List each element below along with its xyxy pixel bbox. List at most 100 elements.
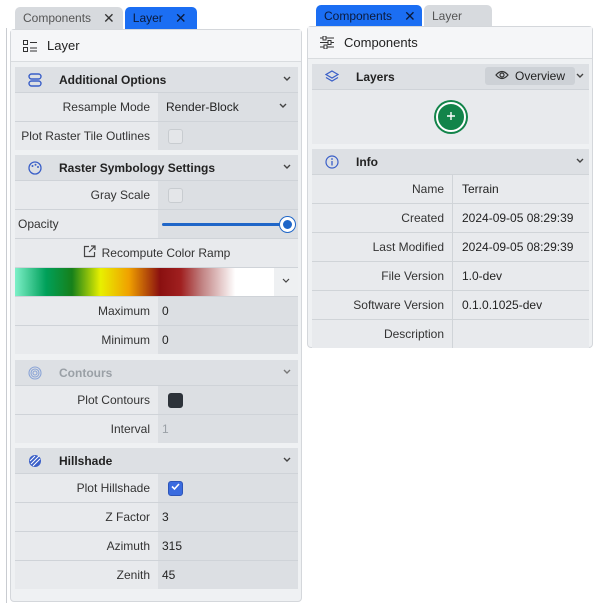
plot-contours-row: Plot Contours xyxy=(15,385,298,414)
plus-icon xyxy=(446,108,456,126)
gray-scale-checkbox[interactable] xyxy=(168,187,183,203)
components-panel: Components ✕ Layer Components Layers Ove… xyxy=(307,0,595,605)
close-icon[interactable]: ✕ xyxy=(404,9,416,23)
layer-panel: Components ✕ Layer ✕ Layer Additional Op… xyxy=(5,0,302,605)
info-value: 2024-09-05 08:29:39 xyxy=(452,204,589,232)
overview-label: Overview xyxy=(514,69,565,83)
tab-layer[interactable]: Layer xyxy=(424,5,492,27)
minimum-input[interactable]: 0 xyxy=(158,326,298,354)
info-value[interactable] xyxy=(452,320,589,348)
hillshade-icon xyxy=(27,453,43,469)
additional-options-header[interactable]: Additional Options xyxy=(15,67,298,92)
opacity-slider[interactable] xyxy=(158,210,298,238)
palette-icon xyxy=(27,160,43,176)
panel-header: Components xyxy=(308,27,592,59)
info-header[interactable]: Info xyxy=(312,149,589,174)
interval-input[interactable]: 1 xyxy=(158,415,298,443)
resample-mode-label: Resample Mode xyxy=(15,93,158,121)
right-tabbar: Components ✕ Layer xyxy=(316,5,492,27)
layers-header[interactable]: Layers Overview xyxy=(312,64,589,89)
section-title: Additional Options xyxy=(59,72,167,87)
plot-hillshade-label: Plot Hillshade xyxy=(15,474,158,502)
close-icon[interactable]: ✕ xyxy=(103,11,115,25)
azimuth-label: Azimuth xyxy=(15,532,158,560)
info-row-file-version: File Version 1.0-dev xyxy=(312,261,589,290)
info-row-description: Description xyxy=(312,319,589,348)
tab-label: Layer xyxy=(132,11,163,25)
slider-track xyxy=(162,223,288,226)
plot-outlines-label: Plot Raster Tile Outlines xyxy=(15,122,158,150)
chevron-down-icon xyxy=(278,100,288,114)
tab-components[interactable]: Components ✕ xyxy=(15,7,123,29)
maximum-input[interactable]: 0 xyxy=(158,297,298,325)
slider-thumb[interactable] xyxy=(280,217,295,232)
hillshade-section: Hillshade Plot Hillshade Z Factor 3 Azim… xyxy=(15,448,298,589)
tab-label: Components xyxy=(23,11,92,25)
minimum-row: Minimum 0 xyxy=(15,325,298,354)
gray-scale-row: Gray Scale xyxy=(15,180,298,209)
info-value: 2024-09-05 08:29:39 xyxy=(452,233,589,261)
check-icon xyxy=(170,481,181,495)
gray-scale-cell xyxy=(158,181,298,209)
z-factor-row: Z Factor 3 xyxy=(15,502,298,531)
section-title: Contours xyxy=(59,365,113,380)
plot-outlines-checkbox[interactable] xyxy=(168,128,183,144)
resample-mode-select[interactable]: Render-Block xyxy=(162,93,298,121)
layer-list-icon xyxy=(23,39,37,52)
close-icon[interactable]: ✕ xyxy=(175,11,187,25)
zenith-label: Zenith xyxy=(15,561,158,589)
tab-label: Layer xyxy=(432,9,463,23)
info-value: Terrain xyxy=(452,175,589,203)
azimuth-input[interactable]: 315 xyxy=(158,532,298,560)
layers-section: Layers Overview xyxy=(312,64,589,144)
toggle-icon xyxy=(27,72,43,88)
chevron-down-icon xyxy=(282,366,292,380)
zenith-input[interactable]: 45 xyxy=(158,561,298,589)
plot-hillshade-cell xyxy=(158,474,298,502)
color-ramp-preview[interactable] xyxy=(15,268,274,296)
contours-header[interactable]: Contours xyxy=(15,360,298,385)
plot-hillshade-checkbox[interactable] xyxy=(168,480,183,496)
opacity-cell xyxy=(158,210,298,238)
contours-section: Contours Plot Contours Interval 1 xyxy=(15,360,298,443)
hillshade-header[interactable]: Hillshade xyxy=(15,448,298,473)
plot-outlines-cell xyxy=(158,122,298,150)
z-factor-label: Z Factor xyxy=(15,503,158,531)
section-title: Raster Symbology Settings xyxy=(59,160,216,175)
recompute-color-ramp-button[interactable]: Recompute Color Ramp xyxy=(15,238,298,267)
components-card: Components Layers Overview Info Name Ter… xyxy=(307,26,593,348)
external-link-icon xyxy=(83,245,96,261)
section-title: Layers xyxy=(356,69,395,84)
gray-scale-label: Gray Scale xyxy=(15,181,158,209)
info-icon xyxy=(324,154,340,170)
z-factor-input[interactable]: 3 xyxy=(158,503,298,531)
info-label: Description xyxy=(312,320,452,348)
maximum-label: Maximum xyxy=(15,297,158,325)
plot-contours-checkbox[interactable] xyxy=(168,392,183,408)
chevron-down-icon xyxy=(282,161,292,175)
info-row-last-modified: Last Modified 2024-09-05 08:29:39 xyxy=(312,232,589,261)
info-label: File Version xyxy=(312,262,452,290)
symbology-header[interactable]: Raster Symbology Settings xyxy=(15,155,298,180)
zenith-row: Zenith 45 xyxy=(15,560,298,589)
symbology-section: Raster Symbology Settings Gray Scale Opa… xyxy=(15,155,298,354)
resample-mode-value: Render-Block xyxy=(166,100,239,114)
info-label: Created xyxy=(312,204,452,232)
tab-components[interactable]: Components ✕ xyxy=(316,5,422,27)
info-row-software-version: Software Version 0.1.0.1025-dev xyxy=(312,290,589,319)
add-layer-button[interactable] xyxy=(435,102,466,132)
overview-button[interactable]: Overview xyxy=(485,67,575,85)
info-row-created: Created 2024-09-05 08:29:39 xyxy=(312,203,589,232)
info-value: 1.0-dev xyxy=(452,262,589,290)
recompute-label: Recompute Color Ramp xyxy=(101,246,231,260)
info-label: Software Version xyxy=(312,291,452,319)
tab-layer[interactable]: Layer ✕ xyxy=(124,7,197,29)
info-row-name: Name Terrain xyxy=(312,174,589,203)
panel-header: Layer xyxy=(11,30,301,62)
azimuth-row: Azimuth 315 xyxy=(15,531,298,560)
chevron-down-icon xyxy=(575,155,585,169)
color-ramp-dropdown[interactable] xyxy=(274,268,298,296)
maximum-row: Maximum 0 xyxy=(15,296,298,325)
section-title: Hillshade xyxy=(59,453,113,468)
interval-row: Interval 1 xyxy=(15,414,298,443)
